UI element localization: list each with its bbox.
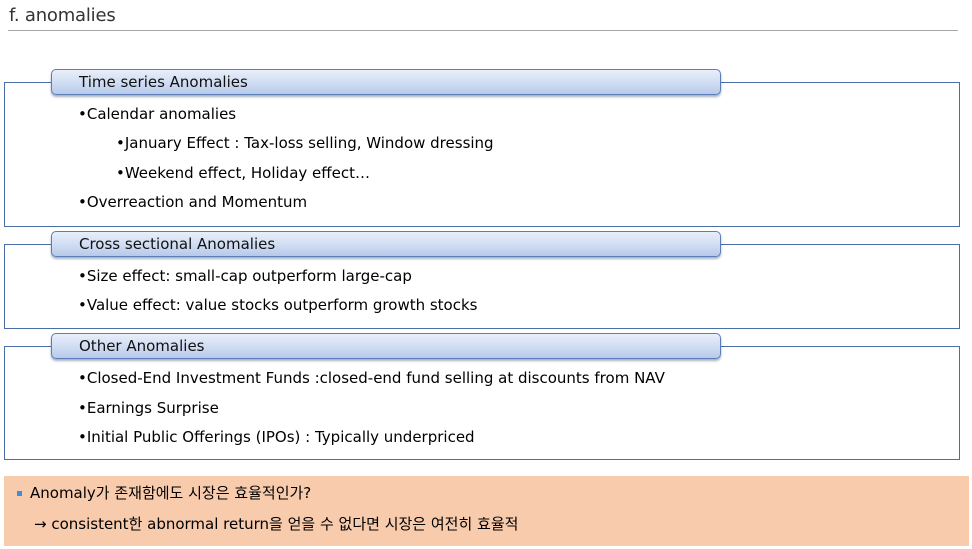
title-divider [8,30,958,31]
list-item: •Earnings Surprise [78,399,219,417]
list-item: •January Effect : Tax-loss selling, Wind… [116,134,494,152]
list-item: •Size effect: small-cap outperform large… [78,267,412,285]
list-item: •Calendar anomalies [78,105,237,123]
list-item: •Initial Public Offerings (IPOs) : Typic… [78,428,475,446]
list-item: •Value effect: value stocks outperform g… [78,296,478,314]
conclusion-answer: → consistent한 abnormal return을 얻을 수 없다면 … [34,515,519,533]
page-title: f. anomalies [9,5,116,26]
conclusion-question: Anomaly가 존재함에도 시장은 효율적인가? [30,484,312,502]
section-other-header: Other Anomalies [51,333,721,359]
square-bullet-icon [17,491,22,496]
section-time-series-header: Time series Anomalies [51,69,721,95]
section-cross-sectional-header: Cross sectional Anomalies [51,231,721,257]
list-item: •Weekend effect, Holiday effect… [116,164,370,182]
list-item: •Overreaction and Momentum [78,193,308,211]
conclusion-panel: Anomaly가 존재함에도 시장은 효율적인가? → consistent한 … [4,476,969,546]
slide-page: f. anomalies Time series Anomalies •Cale… [0,0,972,549]
list-item: •Closed-End Investment Funds :closed-end… [78,369,665,387]
